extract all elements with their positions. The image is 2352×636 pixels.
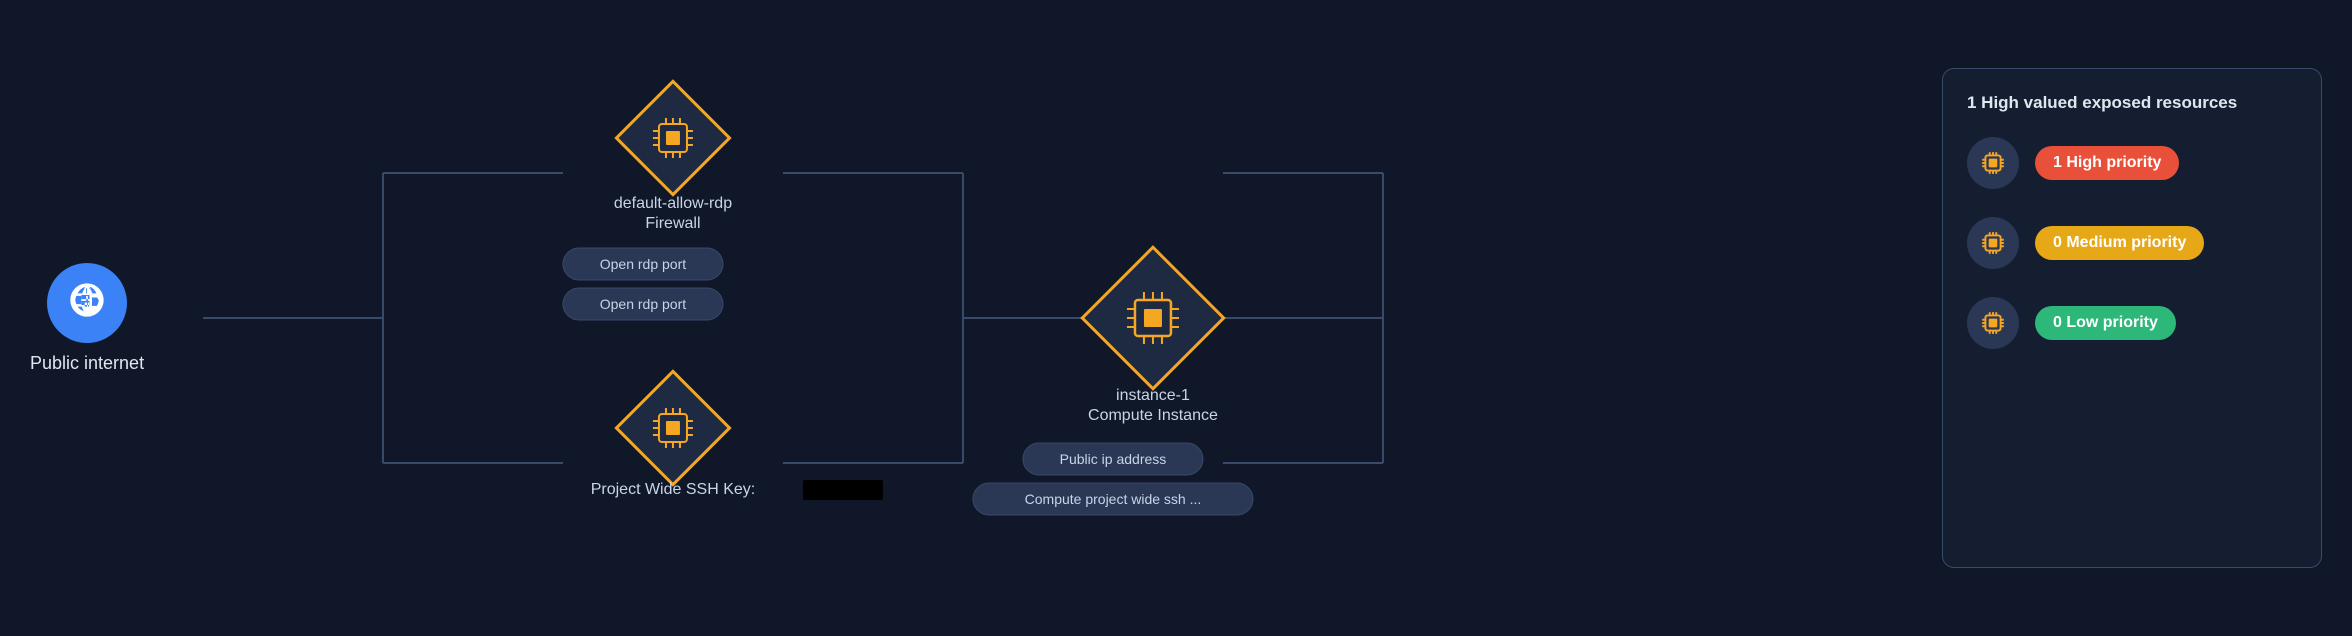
right-panel: 1 High valued exposed resources <box>1942 68 2322 568</box>
public-internet-label: Public internet <box>30 353 144 374</box>
svg-text:Compute project wide ssh ...: Compute project wide ssh ... <box>1025 491 1202 507</box>
medium-priority-icon-circle <box>1967 217 2019 269</box>
medium-priority-row: 0 Medium priority <box>1967 217 2297 269</box>
high-priority-icon-circle <box>1967 137 2019 189</box>
flow-diagram: default-allow-rdp Firewall Open rdp port… <box>144 28 1922 608</box>
globe-icon <box>67 280 107 325</box>
svg-text:Open rdp port: Open rdp port <box>600 296 686 312</box>
high-priority-row: 1 High priority <box>1967 137 2297 189</box>
public-internet-icon <box>47 263 127 343</box>
high-priority-badge[interactable]: 1 High priority <box>2035 146 2179 180</box>
svg-text:Public ip address: Public ip address <box>1060 451 1167 467</box>
low-priority-row: 0 Low priority <box>1967 297 2297 349</box>
main-container: Public internet <box>0 0 2352 636</box>
chip-icon-medium <box>1980 230 2006 256</box>
public-internet-node: Public internet <box>30 263 144 374</box>
panel-rows: 1 High priority <box>1967 137 2297 349</box>
svg-text:Firewall: Firewall <box>645 215 700 232</box>
svg-text:Open rdp port: Open rdp port <box>600 256 686 272</box>
svg-text:Compute Instance: Compute Instance <box>1088 407 1218 424</box>
low-priority-icon-circle <box>1967 297 2019 349</box>
panel-title: 1 High valued exposed resources <box>1967 93 2297 113</box>
svg-text:Project Wide SSH Key:: Project Wide SSH Key: <box>591 481 756 498</box>
low-priority-badge[interactable]: 0 Low priority <box>2035 306 2176 340</box>
chip-icon-high <box>1980 150 2006 176</box>
chip-icon-low <box>1980 310 2006 336</box>
svg-text:default-allow-rdp: default-allow-rdp <box>614 195 732 212</box>
svg-text:instance-1: instance-1 <box>1116 387 1190 404</box>
medium-priority-badge[interactable]: 0 Medium priority <box>2035 226 2204 260</box>
